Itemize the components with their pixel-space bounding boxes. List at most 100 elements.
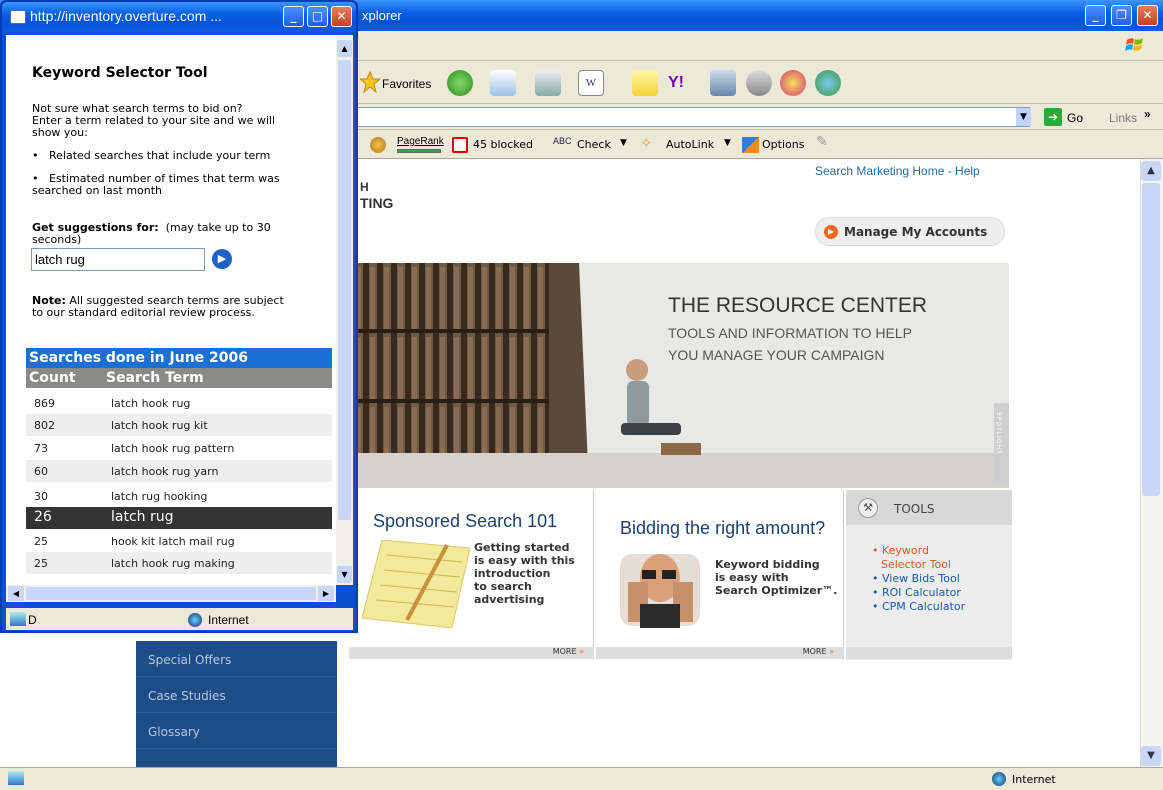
sponsored-search-title[interactable]: Sponsored Search 101 (373, 511, 557, 532)
autolink-button[interactable]: AutoLink (666, 138, 714, 151)
sponsored-more-link[interactable]: MORE » (349, 647, 594, 659)
result-row[interactable]: 869 latch hook rug (26, 392, 332, 414)
spotlight-tab[interactable]: SPOTLIGHT (995, 412, 1002, 455)
popup-scroll-right-icon[interactable]: ▶ (318, 586, 334, 601)
popup-title: http://inventory.overture.com ... (30, 8, 222, 24)
yahoo-icon[interactable]: Y! (668, 70, 694, 96)
more-label: MORE (552, 647, 577, 656)
bullet2-text-cont: searched on last month (32, 184, 163, 197)
research-icon[interactable] (710, 70, 736, 96)
address-dropdown-icon[interactable]: ▼ (1016, 108, 1031, 126)
note-icon[interactable] (632, 70, 658, 96)
links-chevron-icon[interactable]: » (1144, 107, 1151, 121)
result-count: 60 (34, 465, 48, 478)
mail-icon[interactable] (490, 70, 516, 96)
favorites-button[interactable]: Favorites (382, 77, 431, 91)
logo-fragment-top: H (360, 180, 369, 194)
spellcheck-icon[interactable]: ABC (553, 136, 572, 146)
sponsored-text-line: introduction (474, 567, 551, 580)
spellcheck-button[interactable]: Check (577, 138, 611, 151)
result-term: latch hook rug kit (111, 419, 208, 432)
popup-scroll-left-icon[interactable]: ◀ (8, 586, 24, 601)
popup-minimize-button[interactable]: _ (283, 6, 304, 27)
manage-accounts-button[interactable]: ▶ Manage My Accounts (815, 217, 1005, 246)
scroll-up-icon[interactable]: ▲ (1141, 161, 1161, 181)
print-icon[interactable] (535, 70, 561, 96)
status-zone: Internet (1012, 773, 1056, 786)
result-count: 25 (34, 535, 48, 548)
sponsored-text-line: to search (474, 580, 532, 593)
check-dropdown-icon[interactable]: ▼ (620, 138, 627, 148)
result-row[interactable]: 802 latch hook rug kit (26, 414, 332, 436)
result-row[interactable]: 30 latch rug hooking (26, 485, 332, 507)
restore-button[interactable]: ❐ (1111, 5, 1132, 26)
options-icon[interactable] (742, 137, 759, 153)
more-arrow-icon: » (829, 647, 834, 656)
highlighter-icon[interactable]: ✎ (816, 134, 828, 150)
popup-scroll-down-icon[interactable]: ▼ (337, 566, 352, 583)
cpm-calculator-link[interactable]: • CPM Calculator (872, 600, 965, 614)
sponsored-text-line: is easy with this (474, 554, 575, 567)
popup-scroll-up-icon[interactable]: ▲ (337, 40, 352, 57)
notepad-pencil-image (362, 540, 470, 628)
globe-icon (992, 772, 1006, 786)
popup-blocked-count[interactable]: 45 blocked (473, 138, 533, 151)
popup-hscroll-thumb[interactable] (26, 587, 316, 600)
browser-window-title: xplorer (362, 8, 402, 23)
popup-maximize-button[interactable]: □ (307, 6, 328, 27)
wrench-icon: ⚒ (858, 498, 878, 518)
popup-blocker-icon[interactable] (452, 137, 468, 153)
bidding-title[interactable]: Bidding the right amount? (620, 518, 825, 539)
kst-suggest-label: Get suggestions for: (may take up to 30 … (32, 222, 322, 246)
result-row[interactable]: 25 hook kit latch mail rug (26, 530, 332, 552)
result-term: latch hook rug making (111, 557, 235, 570)
favorites-star-icon[interactable] (360, 70, 380, 94)
popup-close-button[interactable]: ✕ (331, 6, 352, 27)
kst-intro-line: show you: (32, 126, 88, 139)
hero-subtitle-line1: TOOLS AND INFORMATION TO HELP (668, 325, 913, 341)
pagerank-label[interactable]: PageRank (397, 136, 444, 147)
history-icon[interactable] (447, 70, 473, 96)
roi-calculator-link[interactable]: • ROI Calculator (872, 586, 965, 600)
popup-page-icon (10, 10, 26, 24)
result-count: 30 (34, 490, 48, 503)
scroll-down-icon[interactable]: ▼ (1141, 746, 1161, 766)
popup-status-text: D (28, 613, 37, 627)
top-links[interactable]: Search Marketing Home - Help (815, 164, 980, 178)
keyword-selector-link[interactable]: • Keyword (872, 544, 965, 558)
messenger-icon[interactable] (746, 70, 772, 96)
options-button[interactable]: Options (762, 138, 804, 151)
nav-special-offers[interactable]: Special Offers (136, 641, 337, 677)
note-text-cont: to our standard editorial review process… (32, 306, 255, 319)
result-row[interactable]: 73 latch hook rug pattern (26, 437, 332, 459)
links-button[interactable]: Links (1109, 111, 1137, 125)
word-edit-icon[interactable]: W (578, 70, 604, 96)
bidding-more-link[interactable]: MORE » (596, 647, 844, 659)
view-bids-link[interactable]: • View Bids Tool (872, 572, 965, 586)
popup-scroll-thumb[interactable] (338, 60, 351, 520)
autolink-dropdown-icon[interactable]: ▼ (724, 138, 731, 148)
go-arrow-icon[interactable]: ➜ (1044, 108, 1062, 126)
popup-status-zone: Internet (208, 613, 249, 627)
go-button[interactable]: Go (1067, 111, 1083, 125)
toolbar-globe-icon[interactable] (370, 137, 386, 153)
buddy-icon[interactable] (815, 70, 841, 96)
result-row[interactable]: 60 latch hook rug yarn (26, 460, 332, 482)
result-row-selected[interactable]: 26 latch rug (26, 507, 332, 529)
bidding-text-line: is easy with (715, 571, 789, 584)
keyword-selector-link-cont[interactable]: Selector Tool (872, 558, 965, 572)
popup-page-status-icon (10, 612, 26, 626)
nav-case-studies[interactable]: Case Studies (136, 677, 337, 713)
result-row[interactable]: 25 latch hook rug making (26, 552, 332, 574)
minimize-button[interactable]: _ (1085, 5, 1106, 26)
result-count: 869 (34, 397, 55, 410)
autolink-wand-icon[interactable]: ✧ (640, 134, 653, 152)
smiley-icon[interactable] (780, 70, 806, 96)
page-scroll-thumb[interactable] (1142, 183, 1160, 496)
result-term: latch rug hooking (111, 490, 208, 503)
sponsored-search-text: Getting started is easy with this introd… (474, 541, 575, 606)
submit-arrow-icon[interactable]: ▶ (212, 249, 232, 269)
nav-glossary[interactable]: Glossary (136, 713, 337, 749)
close-button[interactable]: ✕ (1137, 5, 1158, 26)
keyword-search-input[interactable]: latch rug (31, 248, 205, 271)
